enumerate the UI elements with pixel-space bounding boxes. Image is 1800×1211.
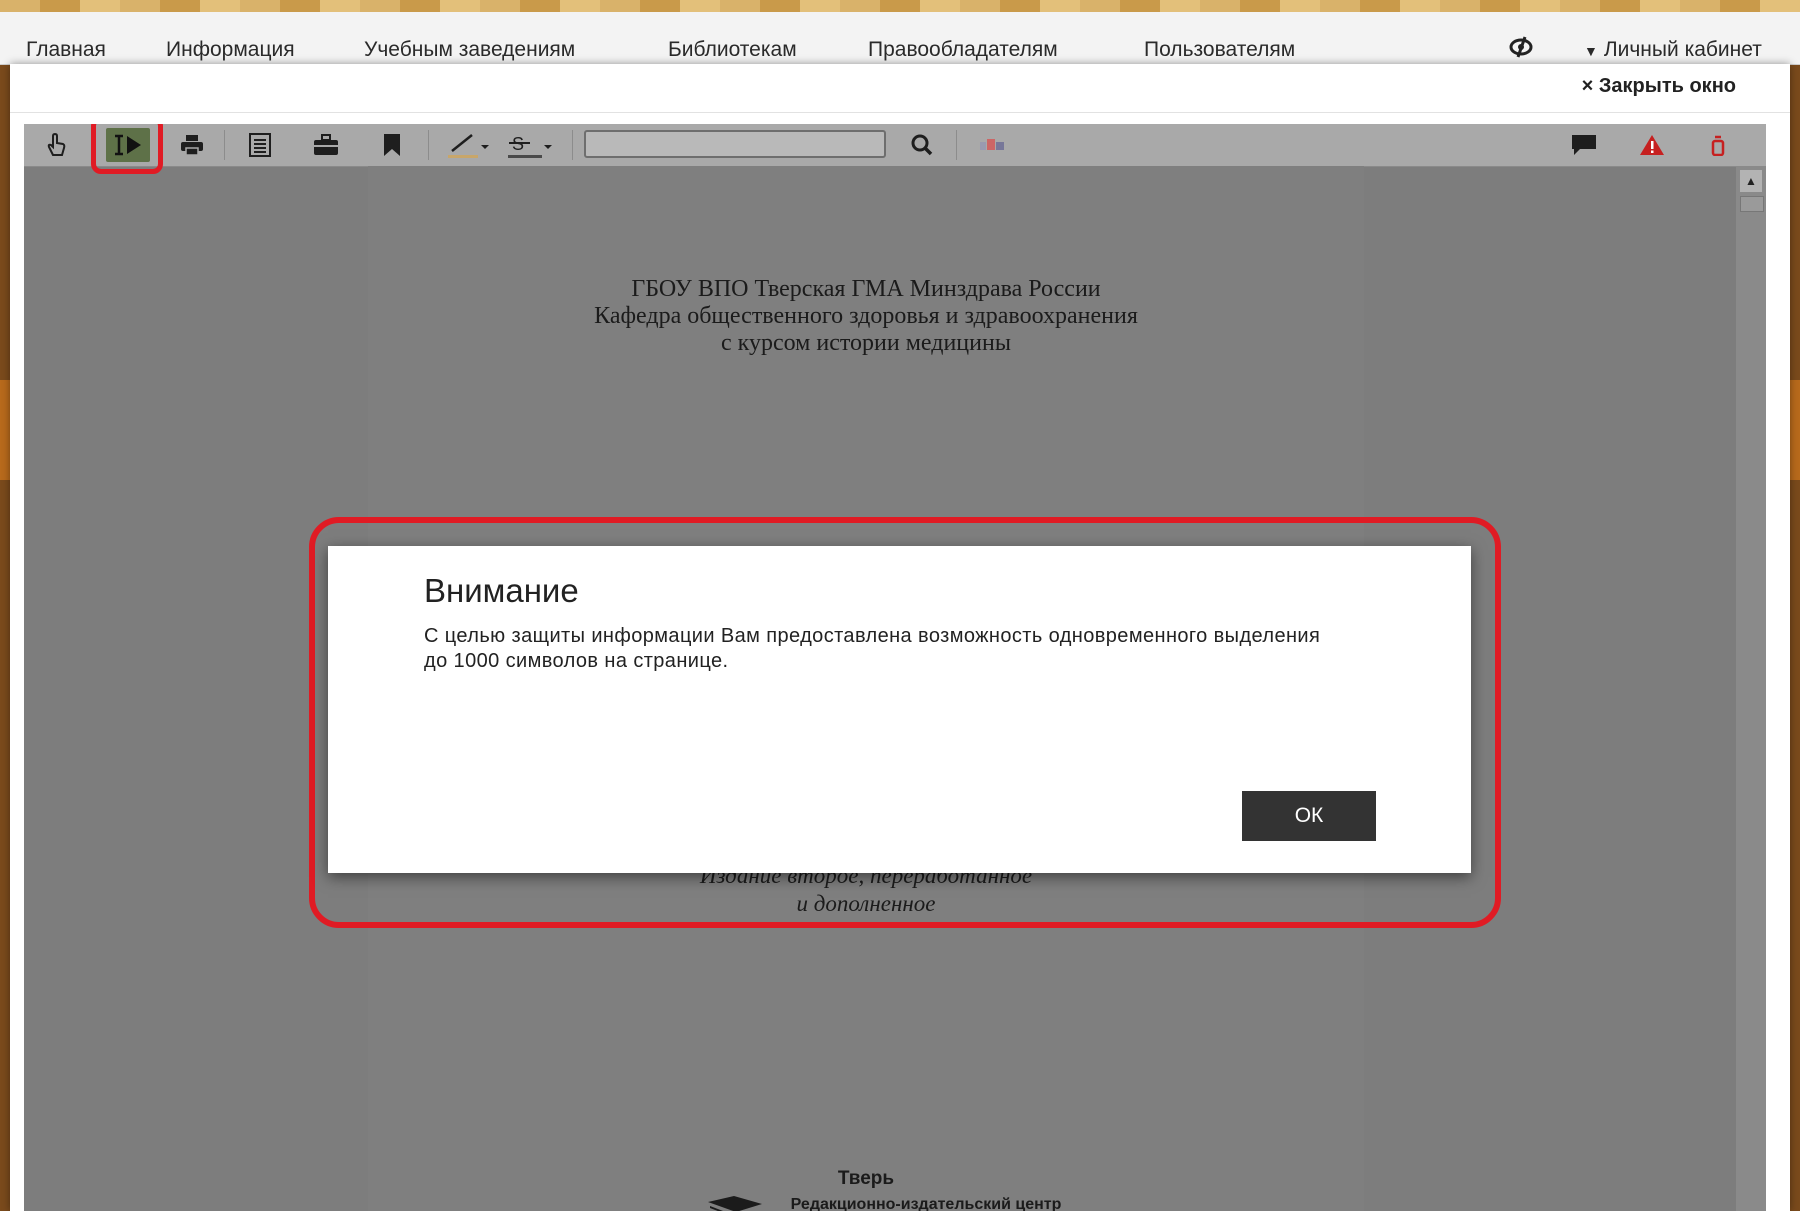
nav-item-information[interactable]: Информация: [166, 38, 295, 62]
search-input[interactable]: [584, 130, 886, 158]
nav-item-libraries[interactable]: Библиотекам: [668, 38, 797, 62]
toolbar-separator: [224, 130, 225, 160]
ok-button[interactable]: ОК: [1242, 791, 1376, 841]
dialog-title: Внимание: [424, 572, 579, 609]
print-icon[interactable]: [174, 128, 210, 162]
document-header-line: ГБОУ ВПО Тверская ГМА Минздрава России: [631, 276, 1101, 302]
nav-item-home[interactable]: Главная: [26, 38, 106, 62]
search-icon[interactable]: [904, 128, 940, 162]
page-view-icon[interactable]: [242, 128, 278, 162]
briefcase-icon[interactable]: [308, 128, 344, 162]
dialog-message: С целью защиты информации Вам предоставл…: [424, 625, 1321, 672]
site-navigation: Главная Информация Учебным заведениям Би…: [0, 12, 1800, 65]
decorative-side-stripe: [1790, 380, 1800, 480]
vertical-scrollbar[interactable]: ▲: [1736, 166, 1766, 1211]
eye-slash-icon[interactable]: [1508, 34, 1534, 60]
window-header: × Закрыть окно: [10, 64, 1790, 113]
extension-icon[interactable]: [1700, 128, 1736, 162]
document-publisher: Редакционно-издательский центр: [790, 1196, 1062, 1211]
document-city: Тверь: [837, 1168, 895, 1189]
selected-tool-highlight: [91, 124, 163, 174]
toolbar-separator: [428, 130, 429, 160]
hand-tool-icon[interactable]: [38, 128, 74, 162]
comment-icon[interactable]: [1566, 128, 1602, 162]
scroll-thumb[interactable]: [1740, 196, 1764, 212]
nav-item-rightholders[interactable]: Правообладателям: [868, 38, 1058, 62]
chevron-down-icon: ▼: [1584, 43, 1598, 59]
nav-item-users[interactable]: Пользователям: [1144, 38, 1295, 62]
toolbar-separator: [956, 130, 957, 160]
toolbar-separator: [572, 130, 573, 160]
highlighter-icon[interactable]: [444, 128, 492, 162]
document-header-line: с курсом истории медицины: [721, 330, 1011, 356]
nav-item-institutions[interactable]: Учебным заведениям: [364, 38, 575, 62]
warning-icon[interactable]: [1634, 128, 1670, 162]
viewer-toolbar: S: [24, 124, 1766, 174]
bookmark-icon[interactable]: [374, 128, 410, 162]
color-picker-icon[interactable]: [974, 128, 1010, 162]
attention-dialog: Внимание С целью защиты информации Вам п…: [328, 546, 1471, 873]
personal-cabinet-menu[interactable]: ▼ Личный кабинет: [1584, 38, 1762, 62]
document-header: ГБОУ ВПО Тверская ГМА Минздрава России К…: [368, 276, 1364, 357]
personal-cabinet-label: Личный кабинет: [1603, 38, 1762, 61]
strikethrough-icon[interactable]: S: [504, 128, 556, 162]
document-header-line: Кафедра общественного здоровья и здравоо…: [594, 303, 1138, 329]
close-window-button[interactable]: × Закрыть окно: [1582, 75, 1736, 98]
decorative-top-strip: [0, 0, 1800, 12]
scroll-up-arrow-icon[interactable]: ▲: [1740, 170, 1762, 192]
